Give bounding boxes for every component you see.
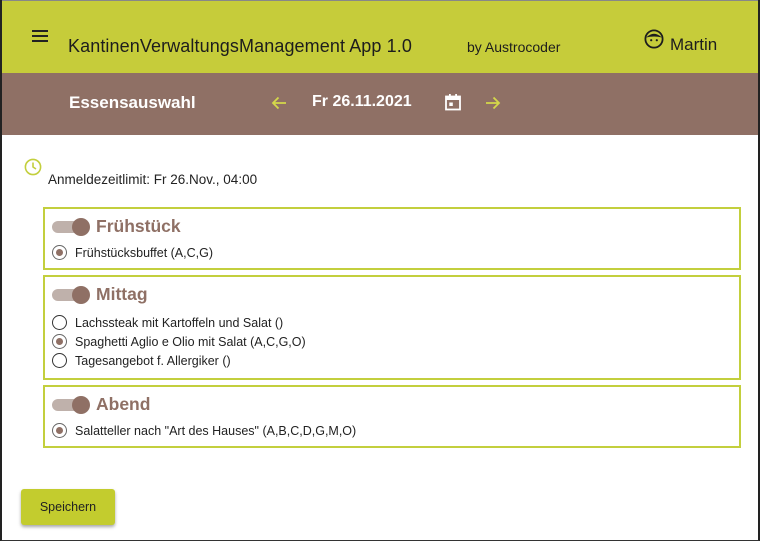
app-bar: KantinenVerwaltungsManagement App 1.0 by… xyxy=(2,0,758,73)
radio-button[interactable] xyxy=(52,423,67,438)
meal-option[interactable]: Spaghetti Aglio e Olio mit Salat (A,C,G,… xyxy=(52,333,306,350)
toggle-fruehstueck[interactable] xyxy=(52,218,92,236)
section-mittag: Mittag Lachssteak mit Kartoffeln und Sal… xyxy=(43,275,741,380)
meal-option[interactable]: Tagesangebot f. Allergiker () xyxy=(52,352,231,369)
meal-option[interactable]: Frühstücksbuffet (A,C,G) xyxy=(52,244,213,261)
app-subtitle: by Austrocoder xyxy=(467,39,561,55)
toggle-mittag[interactable] xyxy=(52,286,92,304)
date-nav-bar: Essensauswahl Fr 26.11.2021 xyxy=(2,73,758,135)
menu-icon[interactable] xyxy=(32,29,48,43)
section-title: Frühstück xyxy=(96,216,181,236)
radio-button[interactable] xyxy=(52,353,67,368)
radio-button[interactable] xyxy=(52,315,67,330)
section-title: Abend xyxy=(96,394,151,414)
meal-option-label: Frühstücksbuffet (A,C,G) xyxy=(75,245,214,260)
toggle-abend[interactable] xyxy=(52,396,92,414)
clock-icon xyxy=(24,158,42,176)
meal-option[interactable]: Lachssteak mit Kartoffeln und Salat () xyxy=(52,314,283,331)
page-title: Essensauswahl xyxy=(69,93,196,112)
meal-option-label: Spaghetti Aglio e Olio mit Salat (A,C,G,… xyxy=(75,334,306,349)
current-date: Fr 26.11.2021 xyxy=(312,93,412,110)
section-abend: Abend Salatteller nach "Art des Hauses" … xyxy=(43,385,741,448)
radio-button[interactable] xyxy=(52,245,67,260)
meal-option-label: Lachssteak mit Kartoffeln und Salat () xyxy=(75,315,284,330)
arrow-left-icon[interactable] xyxy=(270,94,288,112)
meal-option[interactable]: Salatteller nach "Art des Hauses" (A,B,C… xyxy=(52,422,356,439)
save-button[interactable]: Speichern xyxy=(21,489,115,525)
section-title: Mittag xyxy=(96,284,148,304)
meal-option-label: Tagesangebot f. Allergiker () xyxy=(75,353,231,368)
app-title: KantinenVerwaltungsManagement App 1.0 xyxy=(68,36,412,56)
section-fruehstueck: Frühstück Frühstücksbuffet (A,C,G) xyxy=(43,207,741,270)
radio-button[interactable] xyxy=(52,334,67,349)
calendar-icon[interactable] xyxy=(444,93,462,112)
deadline-text: Anmeldezeitlimit: Fr 26.Nov., 04:00 xyxy=(48,172,258,187)
user-name[interactable]: Martin xyxy=(670,35,717,55)
arrow-right-icon[interactable] xyxy=(484,94,502,112)
user-face-icon[interactable] xyxy=(644,29,664,49)
meal-option-label: Salatteller nach "Art des Hauses" (A,B,C… xyxy=(75,423,357,438)
